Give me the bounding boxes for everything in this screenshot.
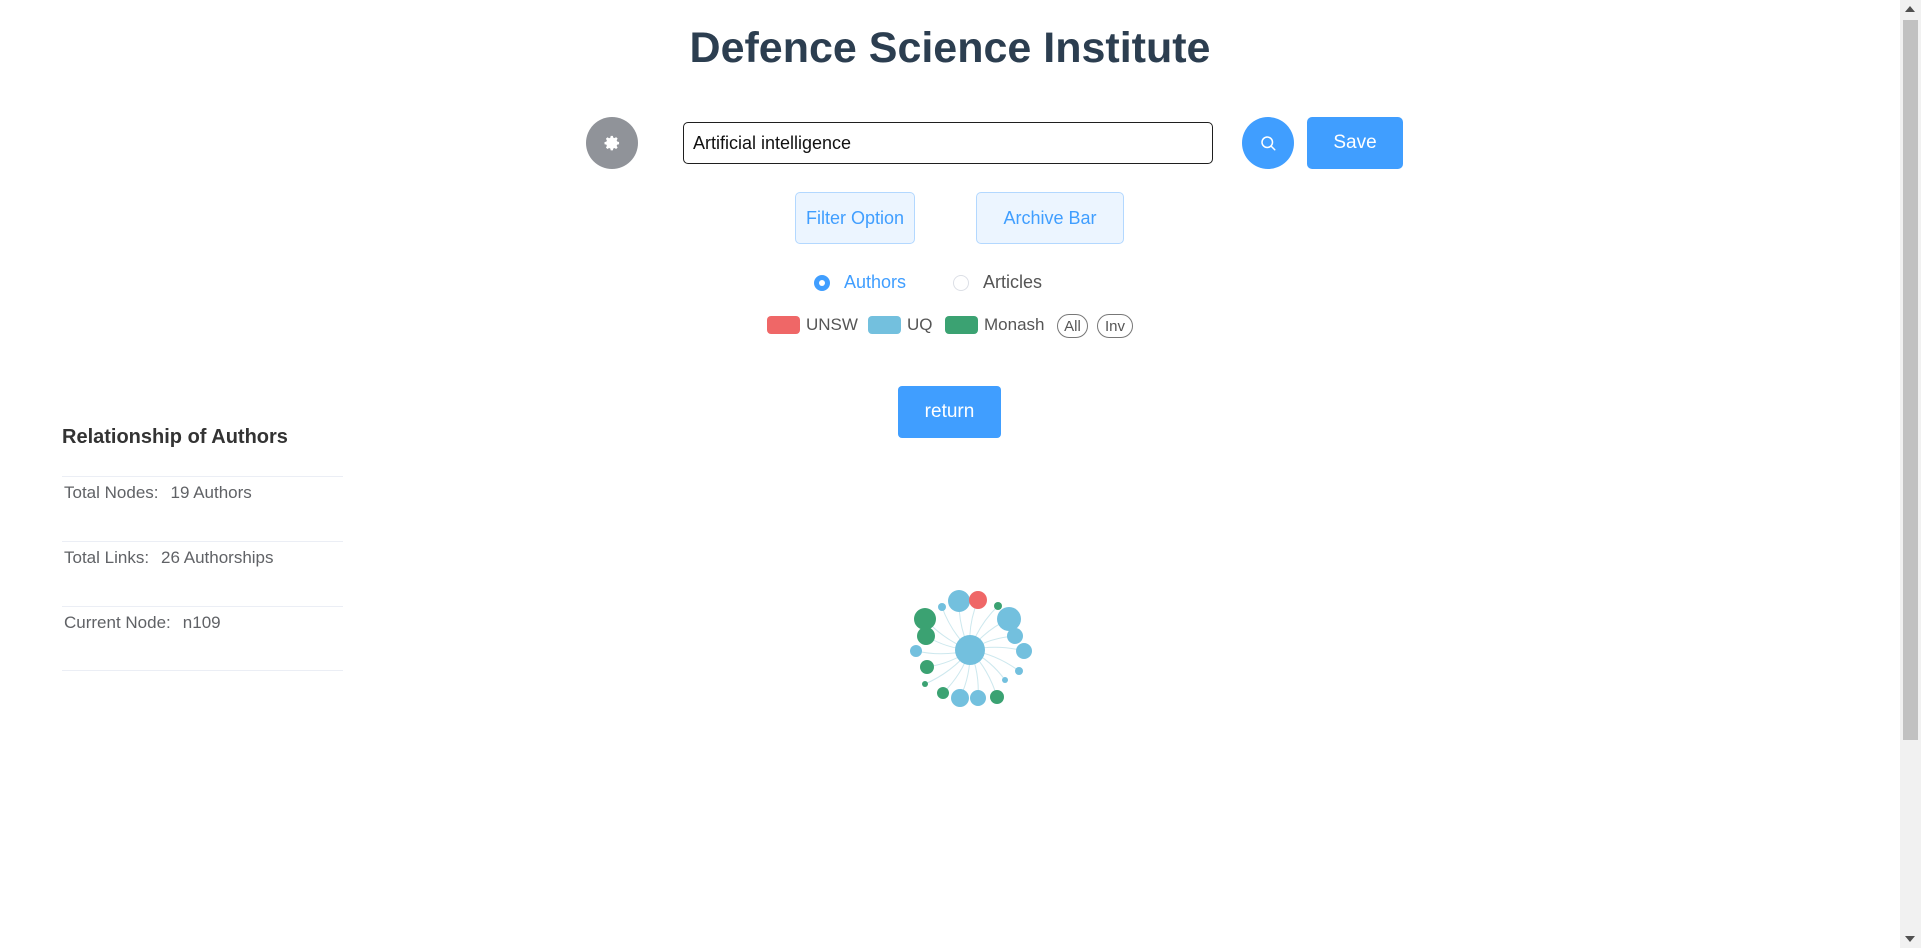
- legend-item-unsw[interactable]: UNSW: [767, 315, 858, 335]
- legend-label: Monash: [984, 315, 1045, 334]
- divider: [62, 670, 343, 671]
- radio-authors-label: Authors: [844, 272, 907, 292]
- graph-node[interactable]: [990, 690, 1004, 704]
- graph-node[interactable]: [1016, 643, 1032, 659]
- stat-current-node: Current Node: n109: [62, 606, 343, 670]
- radio-unchecked-icon: [953, 274, 969, 291]
- graph-node[interactable]: [920, 660, 934, 674]
- gear-icon: [604, 135, 620, 151]
- scroll-up-icon[interactable]: [1905, 6, 1915, 12]
- stat-value: n109: [182, 613, 221, 632]
- graph-node-center[interactable]: [955, 635, 985, 665]
- radio-articles[interactable]: Articles: [953, 272, 1042, 293]
- stat-label: Current Node:: [64, 613, 171, 632]
- radio-checked-icon: [814, 274, 830, 291]
- page-title: Defence Science Institute: [689, 24, 1211, 72]
- graph-node[interactable]: [948, 590, 970, 612]
- graph-node[interactable]: [969, 591, 987, 609]
- legend-label: UNSW: [806, 315, 858, 334]
- legend-swatch: [868, 316, 901, 334]
- legend-item-uq[interactable]: UQ: [868, 315, 933, 335]
- page: Defence Science Institute Save Filter Op…: [0, 0, 1921, 948]
- graph-node[interactable]: [951, 689, 969, 707]
- stat-label: Total Links:: [64, 548, 150, 567]
- vertical-scrollbar[interactable]: [1900, 0, 1921, 948]
- search-input[interactable]: [683, 122, 1213, 164]
- graph-node[interactable]: [997, 607, 1021, 631]
- search-icon: [1261, 136, 1276, 151]
- return-button[interactable]: return: [898, 386, 1001, 438]
- graph-node[interactable]: [1015, 667, 1023, 675]
- radio-authors[interactable]: Authors: [814, 272, 906, 293]
- stat-total-links: Total Links: 26 Authorships: [62, 541, 343, 605]
- graph-node[interactable]: [922, 681, 928, 687]
- author-network-graph[interactable]: [880, 565, 1060, 725]
- graph-node[interactable]: [1007, 628, 1023, 644]
- graph-node[interactable]: [937, 687, 949, 699]
- graph-node[interactable]: [970, 690, 986, 706]
- legend-label: UQ: [907, 315, 933, 334]
- radio-articles-label: Articles: [983, 272, 1043, 292]
- graph-node[interactable]: [994, 602, 1002, 610]
- sidebar-title: Relationship of Authors: [62, 426, 288, 448]
- legend-select-all-button[interactable]: All: [1057, 314, 1088, 338]
- save-button[interactable]: Save: [1307, 117, 1403, 169]
- graph-node[interactable]: [938, 603, 946, 611]
- scroll-down-icon[interactable]: [1905, 936, 1915, 942]
- settings-button[interactable]: [586, 117, 638, 169]
- legend-swatch: [945, 316, 978, 334]
- graph-node[interactable]: [910, 645, 922, 657]
- legend-invert-button[interactable]: Inv: [1097, 314, 1133, 338]
- filter-option-button[interactable]: Filter Option: [795, 192, 915, 244]
- search-button[interactable]: [1242, 117, 1294, 169]
- scroll-thumb[interactable]: [1903, 20, 1918, 740]
- stat-total-nodes: Total Nodes: 19 Authors: [62, 476, 343, 540]
- archive-bar-button[interactable]: Archive Bar: [976, 192, 1124, 244]
- legend-swatch: [767, 316, 800, 334]
- stat-label: Total Nodes:: [64, 483, 159, 502]
- graph-node[interactable]: [914, 608, 936, 630]
- legend-item-monash[interactable]: Monash: [945, 315, 1044, 335]
- stat-value: 26 Authorships: [161, 548, 274, 567]
- stat-value: 19 Authors: [170, 483, 252, 502]
- graph-node[interactable]: [1002, 677, 1008, 683]
